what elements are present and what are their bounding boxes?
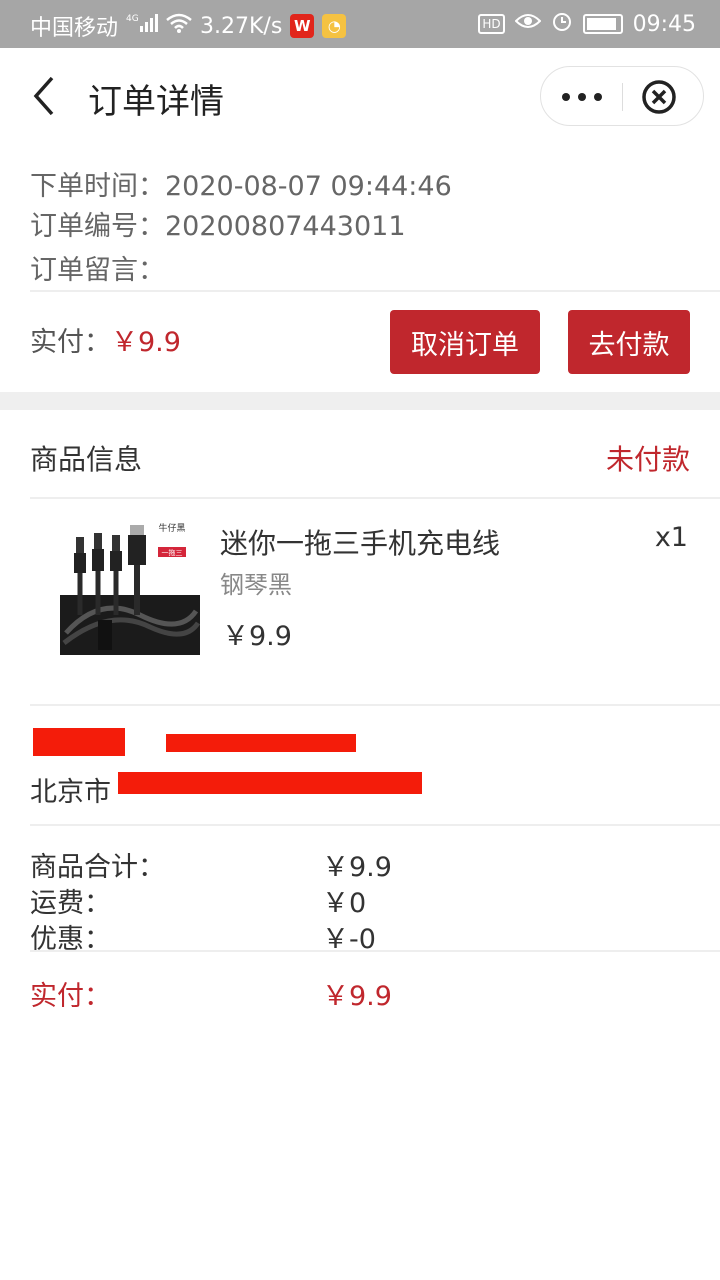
redaction-mark — [166, 734, 356, 752]
page-title: 订单详情 — [88, 82, 224, 122]
cancel-order-button[interactable]: 取消订单 — [390, 310, 540, 374]
order-time-value: 2020-08-07 09:44:46 — [165, 171, 452, 202]
capsule-divider — [622, 83, 623, 111]
chevron-left-icon — [33, 76, 54, 116]
section-separator — [0, 392, 720, 410]
back-button[interactable] — [26, 74, 66, 118]
paid-label: 实付： — [30, 327, 111, 358]
alarm-icon — [551, 10, 573, 38]
charging-cable-image: 牛仔黑 一拖三 — [60, 515, 200, 655]
app-notification-icon: W — [290, 14, 315, 38]
signal-icon: 4G — [126, 12, 159, 40]
total-value: ￥9.9 — [322, 981, 392, 1012]
total-label: 实付： — [30, 981, 111, 1012]
address-city: 北京市 — [30, 777, 111, 808]
product-image[interactable]: 牛仔黑 一拖三 — [60, 515, 200, 655]
paid-value: ￥9.9 — [111, 327, 181, 358]
pay-button[interactable]: 去付款 — [568, 310, 690, 374]
svg-text:4G: 4G — [126, 14, 139, 24]
divider — [30, 824, 720, 826]
divider — [30, 704, 720, 706]
order-number-value: 20200807443011 — [165, 211, 406, 242]
product-name[interactable]: 迷你一拖三手机充电线 — [220, 522, 500, 562]
eye-icon — [514, 12, 542, 36]
close-circle-icon — [642, 80, 676, 114]
divider — [30, 497, 720, 499]
product-image-tag: 牛仔黑 — [158, 522, 185, 534]
more-button[interactable] — [541, 67, 623, 127]
nav-bar: 订单详情 — [0, 48, 720, 144]
order-time-label: 下单时间： — [30, 171, 165, 202]
redaction-mark — [118, 772, 422, 794]
dot-icon — [594, 93, 602, 101]
divider — [30, 290, 720, 292]
product-quantity: x1 — [654, 522, 688, 553]
product-spec: 钢琴黑 — [220, 571, 292, 599]
app-notification-icon-2: ◔ — [322, 14, 347, 38]
product-image-badge: 一拖三 — [162, 548, 183, 557]
dot-icon — [562, 93, 570, 101]
mini-program-capsule — [540, 66, 704, 126]
order-note-row: 订单留言： — [30, 248, 165, 287]
order-number-label: 订单编号： — [30, 211, 165, 242]
subtotal-value: ￥9.9 — [322, 852, 392, 883]
status-bar: 中国移动 4G 3.27K/s W ◔ HD 09:45 — [0, 0, 720, 48]
hd-icon: HD — [478, 14, 505, 34]
shipping-value: ￥0 — [322, 888, 367, 919]
product-price: ￥9.9 — [222, 621, 292, 652]
redaction-mark — [33, 728, 125, 756]
shipping-label: 运费： — [30, 888, 111, 919]
divider — [30, 950, 720, 952]
paid-amount-row: 实付：￥9.9 — [30, 320, 181, 359]
wifi-icon — [166, 13, 192, 39]
order-number-row: 订单编号：20200807443011 — [30, 204, 406, 243]
network-speed: 3.27K/s — [200, 13, 283, 39]
clock-time: 09:45 — [632, 11, 696, 37]
subtotal-label: 商品合计： — [30, 852, 165, 883]
order-time-row: 下单时间：2020-08-07 09:44:46 — [30, 164, 452, 203]
recipient-contact — [30, 728, 430, 758]
battery-icon — [582, 14, 623, 34]
dot-icon — [578, 93, 586, 101]
order-status-badge: 未付款 — [605, 443, 690, 476]
close-button[interactable] — [641, 79, 677, 115]
recipient-address: 北京市 — [30, 770, 111, 809]
carrier-name: 中国移动 — [30, 16, 119, 41]
goods-section-title: 商品信息 — [30, 443, 143, 476]
order-note-label: 订单留言： — [30, 255, 165, 286]
